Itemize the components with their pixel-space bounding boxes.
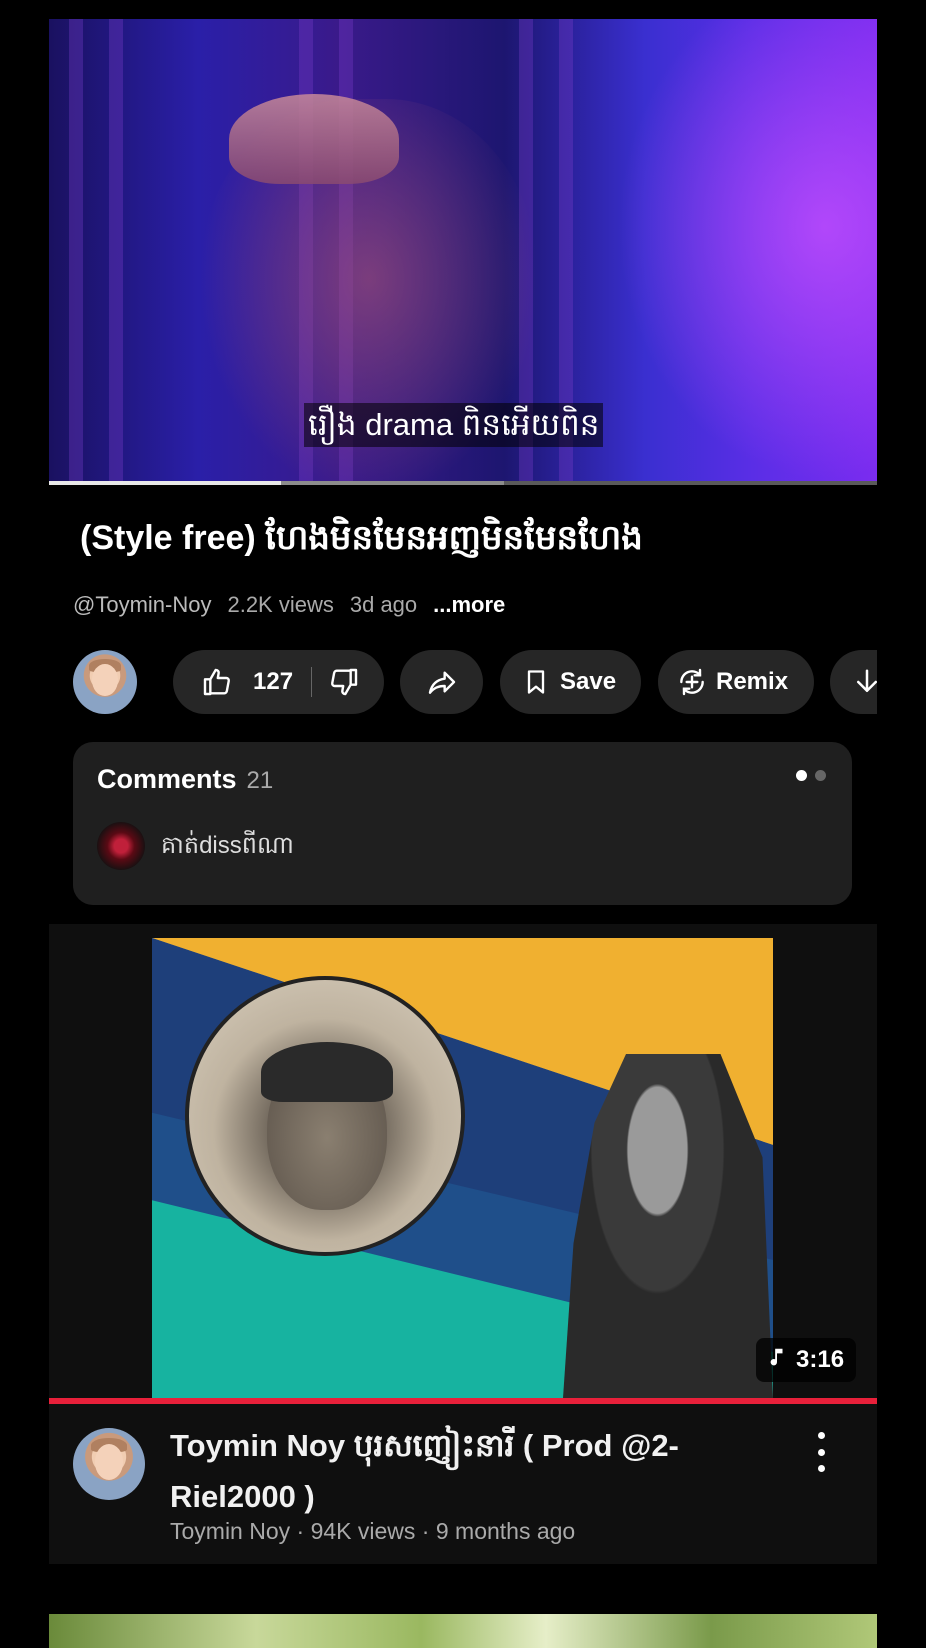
watched-progress-bar: [49, 1398, 877, 1404]
music-note-icon: [766, 1344, 788, 1377]
player-backdrop: [617, 19, 877, 481]
upload-age: 3d ago: [349, 592, 418, 617]
channel-avatar[interactable]: [73, 650, 137, 714]
save-label: Save: [560, 668, 617, 695]
next-video-title[interactable]: Toymin Noy បុរសញៀះនារី ( Prod @2-Riel200…: [170, 1420, 750, 1522]
like-icon[interactable]: [201, 666, 233, 698]
pager-dot: [815, 770, 826, 781]
video-title: (Style free) ហែងមិនមែនអញមិនមែនហែង: [80, 519, 643, 557]
more-vert-icon[interactable]: [809, 1432, 833, 1472]
channel-avatar[interactable]: [73, 1428, 145, 1500]
player-backdrop: [69, 19, 83, 481]
video-progress-bar[interactable]: [49, 481, 877, 485]
comments-count: 21: [246, 767, 274, 794]
dislike-icon[interactable]: [328, 666, 360, 698]
commenter-avatar: [97, 822, 145, 870]
like-dislike-pill: 127: [173, 650, 384, 714]
remix-label: Remix: [716, 668, 789, 695]
video-meta: @Toymin-Noy 2.2K views 3d ago ...more: [73, 592, 505, 618]
avatar-face: [92, 664, 118, 697]
divider: [311, 667, 313, 697]
player-person-cap: [229, 94, 399, 184]
video-subtitle: រឿង drama ពិនអើយពិន: [304, 403, 604, 447]
download-icon: [852, 666, 877, 698]
like-count[interactable]: 127: [253, 668, 293, 696]
save-button[interactable]: Save: [500, 650, 641, 714]
pager-dot: [796, 770, 807, 781]
comments-panel[interactable]: Comments 21 គាត់dissពីណា: [73, 742, 852, 905]
remix-icon: [676, 666, 708, 698]
action-bar: 127 Save Remix: [73, 650, 877, 714]
kebab-dot: [817, 1448, 825, 1456]
top-comment: គាត់dissពីណា: [161, 832, 294, 859]
progress-played: [49, 481, 281, 485]
kebab-dot: [817, 1432, 825, 1439]
avatar-face: [94, 1443, 124, 1480]
kebab-dot: [817, 1465, 825, 1472]
comments-header: Comments 21: [97, 764, 273, 795]
portrait-cap: [261, 1042, 393, 1102]
thumbnail-portrait: [185, 976, 465, 1256]
next-video-card[interactable]: 3:16 Toymin Noy បុរសញៀះនារី ( Prod @2-Ri…: [49, 924, 877, 1564]
remix-button[interactable]: Remix: [658, 650, 814, 714]
comments-label: Comments: [97, 764, 237, 794]
player-backdrop: [109, 19, 123, 481]
download-button[interactable]: [830, 650, 877, 714]
more-link[interactable]: ...more: [433, 592, 505, 618]
save-icon: [522, 667, 550, 697]
next-video-meta: Toymin Noy · 94K views · 9 months ago: [170, 1518, 576, 1544]
share-icon: [426, 666, 458, 698]
duration-badge: 3:16: [756, 1338, 857, 1382]
next-video-thumbnail[interactable]: [49, 1614, 877, 1648]
channel-handle[interactable]: @Toymin-Noy: [73, 592, 211, 618]
comments-pager[interactable]: [796, 770, 826, 781]
video-thumbnail[interactable]: [152, 938, 773, 1398]
view-count: 2.2K views: [227, 592, 334, 617]
video-player[interactable]: រឿង drama ពិនអើយពិន: [49, 19, 877, 481]
share-button[interactable]: [400, 650, 483, 714]
duration-text: 3:16: [796, 1346, 845, 1373]
